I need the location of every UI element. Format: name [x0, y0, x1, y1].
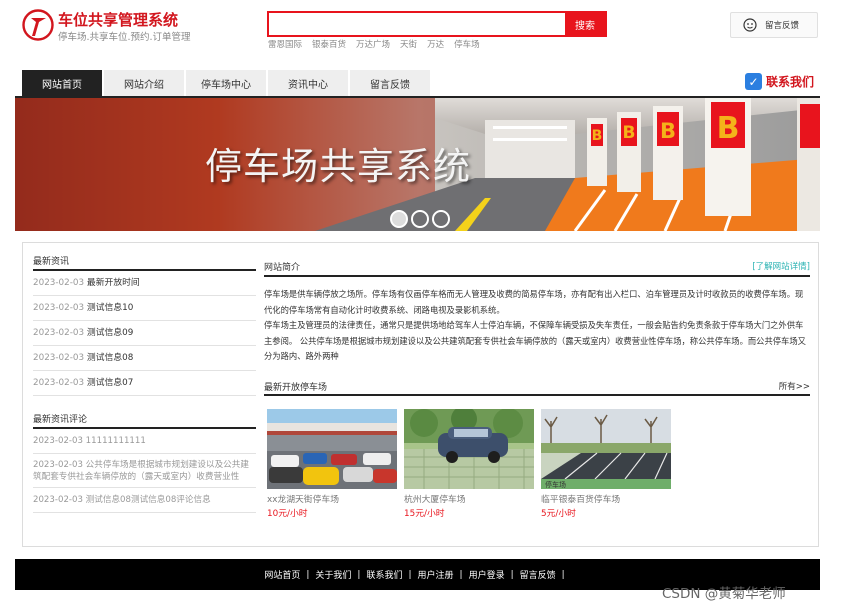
footer-separator: | [510, 569, 514, 580]
news-title: 测试信息07 [86, 378, 134, 388]
contact-us-label: 联系我们 [766, 75, 815, 89]
watermark: CSDN @黄菊华老师 [662, 586, 786, 602]
latest-comments-title: 最新资讯评论 [33, 401, 256, 429]
parking-name: 杭州大厦停车场 [404, 494, 466, 505]
hot-word-link[interactable]: 天街 [400, 38, 417, 50]
site-logo[interactable] [22, 9, 54, 41]
parking-card[interactable]: xx龙湖天街停车场 10元/小时 [267, 408, 397, 519]
news-title: 最新开放时间 [86, 278, 140, 288]
parking-title: 最新开放停车场 [264, 382, 328, 393]
hot-word-link[interactable]: 万达 [427, 38, 444, 50]
hot-words: 雷恩国际 银泰百货 万达广场 天街 万达 停车场 [268, 38, 480, 50]
news-title: 测试信息09 [86, 328, 134, 338]
nav-item-feedback[interactable]: 留言反馈 [350, 70, 430, 97]
news-date: 2023-02-03 [33, 378, 85, 388]
intro-more-link[interactable]: [了解网站详情] [752, 260, 810, 272]
nav-item-home[interactable]: 网站首页 [22, 70, 102, 97]
hot-word-link[interactable]: 银泰百货 [312, 38, 346, 50]
hot-word-link[interactable]: 万达广场 [356, 38, 390, 50]
intro-paragraph: 停车场主及管理员的法律责任，通常只是提供场地给驾车人士停泊车辆，不保障车辆受损及… [264, 320, 806, 361]
site-subtitle: 停车场.共享车位.预约.订单管理 [58, 32, 191, 43]
logo-icon [22, 9, 54, 41]
intro-header: 网站简介 [了解网站详情] [264, 243, 810, 277]
footer-separator: | [459, 569, 463, 580]
footer-separator: | [306, 569, 310, 580]
latest-news-title: 最新资讯 [33, 243, 256, 271]
footer-link-about[interactable]: 关于我们 [315, 568, 351, 581]
main-nav: 网站首页 网站介绍 停车场中心 资讯中心 留言反馈 [22, 70, 432, 97]
parking-photo [404, 408, 534, 489]
footer-link-contact[interactable]: 联系我们 [366, 568, 402, 581]
news-item[interactable]: 2023-02-03 最新开放时间 [33, 271, 256, 296]
svg-text:B: B [623, 123, 636, 143]
comment-item[interactable]: 2023-02-03 公共停车场是根据城市规划建设以及公共建筑配套专供社会车辆停… [33, 454, 256, 488]
check-icon: ✓ [745, 73, 762, 90]
nav-item-about[interactable]: 网站介绍 [104, 70, 184, 97]
footer-separator: | [357, 569, 361, 580]
footer-link-home[interactable]: 网站首页 [264, 568, 300, 581]
footer-link-register[interactable]: 用户注册 [418, 568, 454, 581]
intro-paragraph: 停车场是供车辆停放之场所。停车场有仅画停车格而无人管理及收费的简易停车场，亦有配… [264, 289, 804, 315]
parking-name: xx龙湖天街停车场 [267, 494, 339, 505]
search-input[interactable] [269, 13, 565, 35]
news-date: 2023-02-03 [33, 328, 85, 338]
headset-icon [743, 18, 757, 32]
svg-text:B: B [592, 128, 603, 144]
carousel-dot[interactable] [411, 210, 429, 228]
feedback-button[interactable]: 留言反馈 [730, 12, 818, 38]
search-box: 搜索 [267, 11, 607, 37]
carousel-dot[interactable] [432, 210, 450, 228]
parking-photo [267, 408, 397, 489]
intro-title: 网站简介 [264, 263, 301, 273]
site-title: 车位共享管理系统 [58, 11, 179, 29]
news-item[interactable]: 2023-02-03 测试信息09 [33, 321, 256, 346]
parking-price: 15元/小时 [404, 508, 445, 519]
svg-text:B: B [717, 111, 740, 146]
footer-link-login[interactable]: 用户登录 [469, 568, 505, 581]
news-date: 2023-02-03 [33, 303, 85, 313]
parking-name: 临平银泰百货停车场 [541, 494, 621, 505]
banner-carousel[interactable]: B B B B 停车场共享系统 [15, 98, 820, 231]
svg-text:停车场: 停车场 [545, 480, 566, 489]
news-item[interactable]: 2023-02-03 测试信息07 [33, 371, 256, 396]
hot-word-link[interactable]: 停车场 [454, 38, 480, 50]
news-title: 测试信息08 [86, 353, 134, 363]
footer-separator: | [408, 569, 412, 580]
contact-us-link[interactable]: ✓ 联系我们 [745, 73, 814, 90]
parking-photo: 停车场 [541, 408, 671, 489]
nav-item-parking-center[interactable]: 停车场中心 [186, 70, 266, 97]
svg-text:B: B [660, 119, 676, 143]
nav-item-news-center[interactable]: 资讯中心 [268, 70, 348, 97]
parking-card[interactable]: 杭州大厦停车场 15元/小时 [404, 408, 534, 519]
news-date: 2023-02-03 [33, 278, 85, 288]
right-column: 网站简介 [了解网站详情] 停车场是供车辆停放之场所。停车场有仅画停车格而无人管… [264, 243, 810, 519]
search-button[interactable]: 搜索 [565, 13, 605, 35]
carousel-dot[interactable] [390, 210, 408, 228]
parking-price: 5元/小时 [541, 508, 576, 519]
news-item[interactable]: 2023-02-03 测试信息08 [33, 346, 256, 371]
parking-cards: xx龙湖天街停车场 10元/小时 杭州大厦停车场 15元/小时 停车场 临平银泰… [264, 408, 810, 519]
comment-item[interactable]: 2023-02-03 11111111111 [33, 429, 256, 454]
parking-price: 10元/小时 [267, 508, 308, 519]
news-date: 2023-02-03 [33, 353, 85, 363]
footer-link-feedback[interactable]: 留言反馈 [520, 568, 556, 581]
news-title: 测试信息10 [86, 303, 134, 313]
comment-item[interactable]: 2023-02-03 测试信息08测试信息08评论信息 [33, 488, 256, 513]
news-item[interactable]: 2023-02-03 测试信息10 [33, 296, 256, 321]
intro-text: 停车场是供车辆停放之场所。停车场有仅画停车格而无人管理及收费的简易停车场，亦有配… [264, 277, 810, 365]
content-panel: 最新资讯 2023-02-03 最新开放时间 2023-02-03 测试信息10… [22, 242, 819, 547]
banner-title: 停车场共享系统 [205, 145, 471, 188]
parking-more-link[interactable]: 所有>> [779, 380, 810, 392]
feedback-button-label: 留言反馈 [765, 21, 800, 31]
parking-header: 最新开放停车场 所有>> [264, 370, 810, 396]
left-column: 最新资讯 2023-02-03 最新开放时间 2023-02-03 测试信息10… [33, 243, 256, 513]
footer-separator: | [561, 569, 565, 580]
parking-card[interactable]: 停车场 临平银泰百货停车场 5元/小时 [541, 408, 671, 519]
carousel-dots [390, 210, 450, 228]
hot-word-link[interactable]: 雷恩国际 [268, 38, 302, 50]
